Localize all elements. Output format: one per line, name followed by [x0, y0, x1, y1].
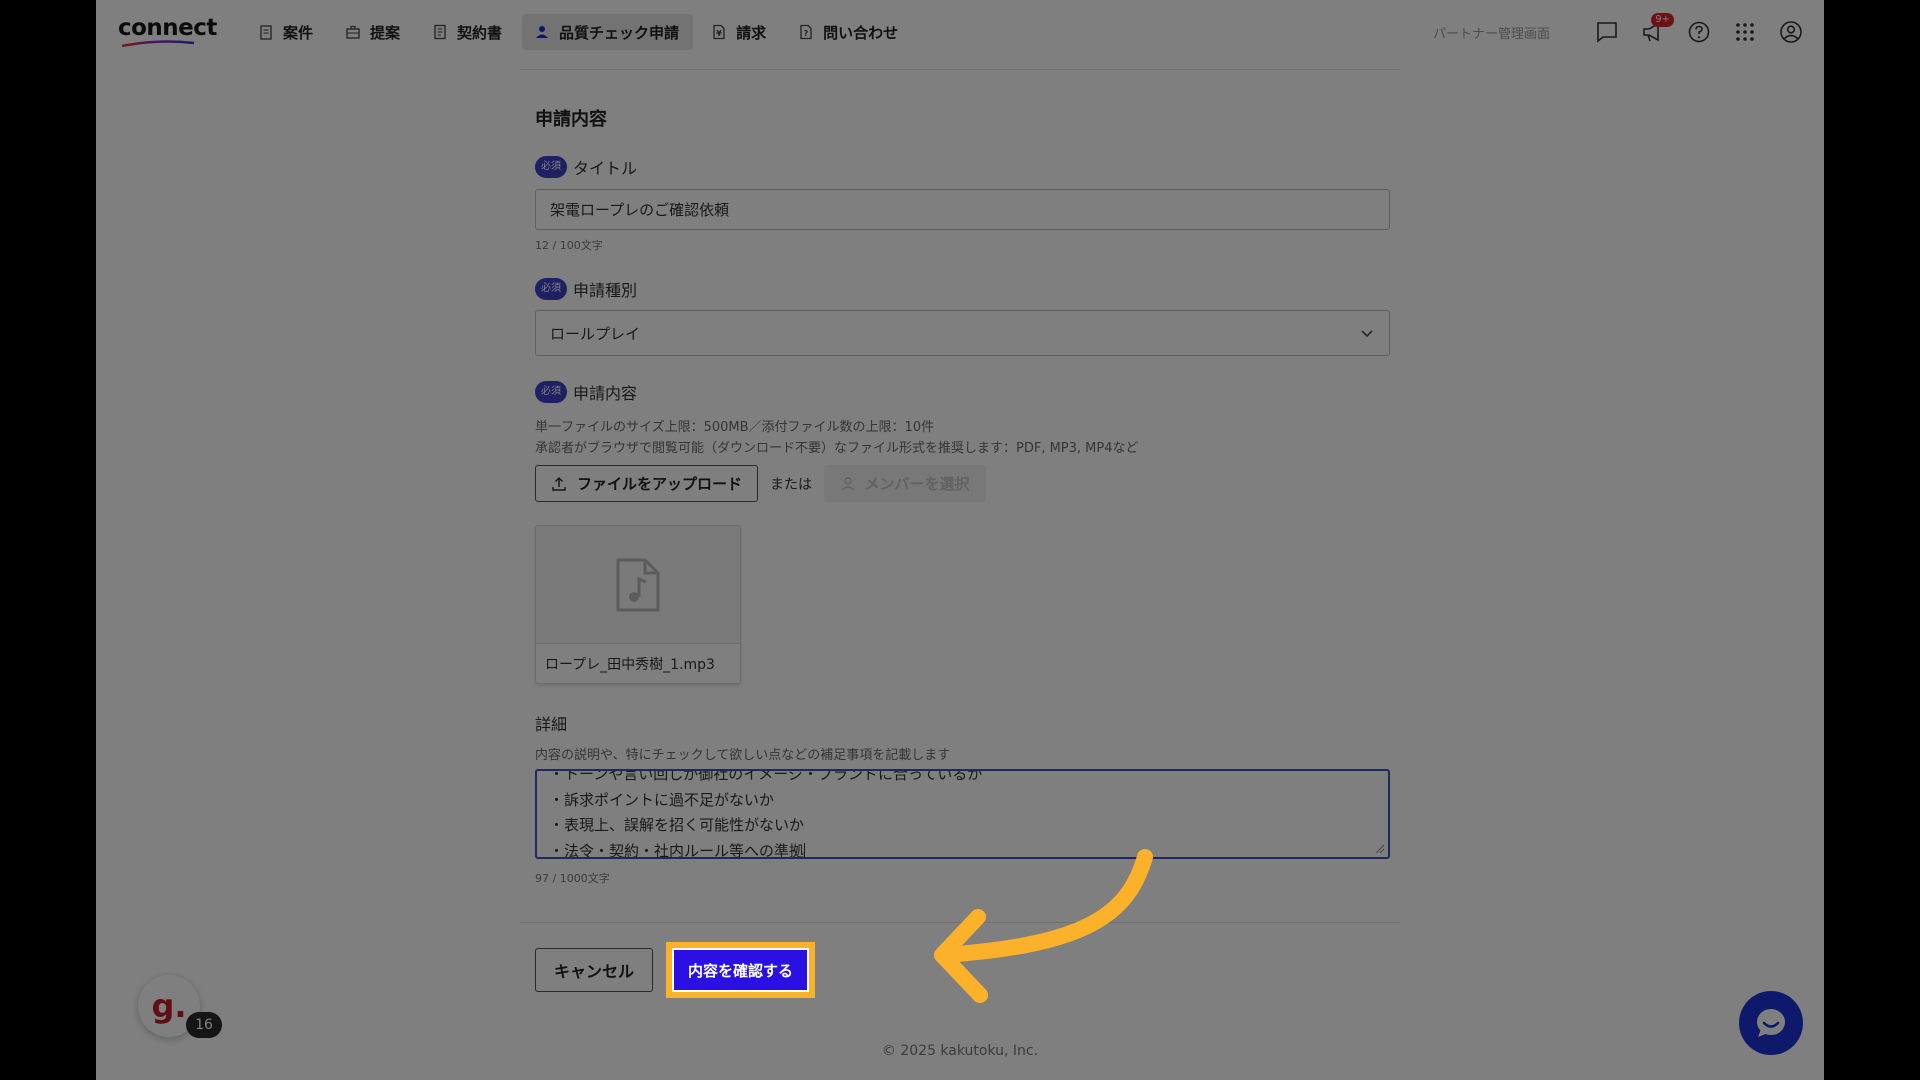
- main-nav: 案件 提案 契約書 品質チェック申請 ¥ 請求 ? 問い合わせ: [246, 14, 918, 50]
- upload-icon: [552, 476, 566, 491]
- chat-bubble-icon: [1597, 22, 1617, 43]
- avatar-count-badge: 16: [186, 1012, 222, 1038]
- required-badge: 必須: [535, 278, 567, 300]
- clipboard-icon: [260, 25, 272, 40]
- upload-file-button[interactable]: ファイルをアップロード: [535, 465, 758, 502]
- cancel-button[interactable]: キャンセル: [535, 948, 653, 992]
- user-circle-icon: [1780, 21, 1802, 43]
- top-header: connect 案件 提案 契約書 品質チェック申請 ¥ 請求 ? 問い合わせ …: [96, 0, 1824, 64]
- document-icon: [434, 24, 446, 40]
- user-icon: [841, 476, 855, 491]
- title-char-counter: 12 / 100文字: [535, 239, 603, 252]
- announcement-button[interactable]: 9+: [1640, 13, 1674, 45]
- title-label-text: タイトル: [573, 159, 638, 178]
- file-format-help: 承認者がブラウザで閲覧可能（ダウンロード不要）なファイル形式を推奨します：PDF…: [535, 441, 1139, 456]
- nav-label: 提案: [370, 23, 401, 42]
- detail-char-counter: 97 / 1000文字: [535, 872, 610, 885]
- content-label: 必須 申請内容: [535, 380, 637, 404]
- detail-line: ・トーンや言い回しが御社のイメージ・ブランドに合っているか: [549, 769, 983, 783]
- grid-icon: [1736, 23, 1754, 41]
- section-title: 申請内容: [535, 109, 607, 130]
- type-label-text: 申請種別: [573, 281, 638, 300]
- title-label: 必須 タイトル: [535, 155, 637, 179]
- detail-label: 詳細: [535, 715, 568, 734]
- svg-text:?: ?: [804, 29, 809, 38]
- pointer-arrow-icon: [934, 849, 1153, 1003]
- logo-text: connect: [118, 15, 217, 41]
- nav-proposals[interactable]: 提案: [333, 14, 414, 50]
- nav-projects[interactable]: 案件: [246, 14, 327, 50]
- nav-label: 案件: [283, 23, 314, 42]
- title-input[interactable]: 架電ロープレのご確認依頼: [535, 189, 1390, 230]
- message-button[interactable]: [1594, 19, 1620, 45]
- or-text: または: [770, 477, 812, 493]
- apps-button[interactable]: [1732, 19, 1758, 45]
- type-select[interactable]: ロールプレイ: [535, 310, 1390, 356]
- nav-quality-check[interactable]: 品質チェック申請: [522, 14, 694, 50]
- nav-label: 品質チェック申請: [559, 23, 680, 42]
- nav-contracts[interactable]: 契約書: [420, 14, 516, 50]
- nav-label: 契約書: [457, 23, 503, 42]
- svg-text:¥: ¥: [716, 29, 722, 38]
- account-button[interactable]: [1778, 19, 1804, 45]
- content-label-text: 申請内容: [573, 384, 638, 403]
- required-badge: 必須: [535, 381, 567, 403]
- partner-admin-link[interactable]: パートナー管理画面: [1433, 23, 1550, 42]
- detail-line: ・訴求ポイントに過不足がないか: [549, 790, 775, 809]
- invoice-icon: ¥: [713, 24, 725, 40]
- file-thumbnail: [536, 526, 740, 644]
- support-chat-button[interactable]: [1739, 991, 1803, 1055]
- inquiry-icon: ?: [800, 24, 812, 40]
- audio-file-icon: [616, 558, 660, 611]
- nav-inquiry[interactable]: ? 問い合わせ: [786, 14, 912, 50]
- connect-logo[interactable]: connect: [118, 14, 217, 50]
- upload-label: ファイルをアップロード: [576, 475, 742, 493]
- help-button[interactable]: [1686, 19, 1712, 45]
- detail-line-text: ・法令・契約・社内ルール等への準拠: [549, 841, 805, 859]
- detail-line: ・表現上、誤解を招く可能性がないか: [549, 816, 805, 834]
- user-check-icon: [536, 26, 549, 38]
- nav-label: 請求: [736, 23, 767, 42]
- help-icon: [1688, 21, 1710, 43]
- copyright: © 2025 kakutoku, Inc.: [881, 1043, 1039, 1059]
- notification-badge: 9+: [1651, 13, 1674, 27]
- nav-billing[interactable]: ¥ 請求: [699, 14, 780, 50]
- chat-support-icon: [1757, 1009, 1785, 1037]
- type-select-value: ロールプレイ: [550, 324, 641, 343]
- type-label: 必須 申請種別: [535, 277, 637, 301]
- attached-file-card[interactable]: ロープレ_田中秀樹_1.mp3: [535, 525, 741, 684]
- briefcase-icon: [346, 25, 360, 39]
- top-divider: [520, 69, 1400, 70]
- select-member-button[interactable]: メンバーを選択: [824, 465, 986, 502]
- member-label: メンバーを選択: [864, 475, 970, 493]
- file-name: ロープレ_田中秀樹_1.mp3: [545, 657, 715, 673]
- text-caret: [804, 842, 806, 857]
- resize-handle-icon[interactable]: [1375, 844, 1385, 854]
- nav-label: 問い合わせ: [823, 23, 899, 42]
- detail-help: 内容の説明や、特にチェックして欲しい点などの補足事項を記載します: [535, 748, 951, 763]
- required-badge: 必須: [535, 156, 567, 178]
- highlight-frame: [666, 942, 815, 998]
- logo-swoosh-icon: [121, 40, 195, 48]
- chevron-down-icon: [1361, 330, 1373, 338]
- file-limit-help: 単一ファイルのサイズ上限：500MB／添付ファイル数の上限：10件: [535, 420, 935, 435]
- header-actions: パートナー管理画面 9+: [1433, 13, 1804, 50]
- app-window: connect 案件 提案 契約書 品質チェック申請 ¥ 請求 ? 問い合わせ …: [96, 0, 1824, 1080]
